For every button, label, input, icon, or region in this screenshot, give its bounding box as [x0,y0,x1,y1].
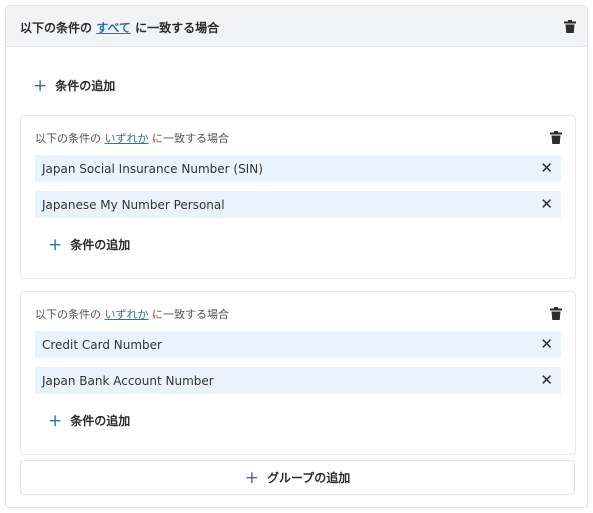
add-condition-label: 条件の追加 [70,414,131,428]
add-condition-button[interactable]: + 条件の追加 [33,77,115,94]
group-title: 以下の条件の いずれか に一致する場合 [35,306,229,322]
close-icon[interactable]: ✕ [540,373,553,388]
plus-icon: + [244,467,259,488]
condition-label: Credit Card Number [42,337,162,352]
plus-icon: + [33,75,48,96]
condition-label: Japanese My Number Personal [42,197,225,212]
match-mode-link[interactable]: すべて [96,21,131,35]
group-title: 以下の条件の いずれか に一致する場合 [35,130,229,146]
group-title-prefix: 以下の条件の [35,308,101,321]
rule-builder-panel: 以下の条件の すべて に一致する場合 + 条件の追加 以下の条件の いずれか に… [5,5,588,508]
close-icon[interactable]: ✕ [540,197,553,212]
panel-header: 以下の条件の すべて に一致する場合 [6,6,587,47]
title-prefix: 以下の条件の [20,21,93,35]
condition-row: Japan Bank Account Number ✕ [35,367,561,394]
group-title-prefix: 以下の条件の [35,132,101,145]
panel-title: 以下の条件の すべて に一致する場合 [20,19,219,36]
match-mode-link[interactable]: いずれか [105,308,149,321]
condition-row: Credit Card Number ✕ [35,331,561,358]
condition-row: Japanese My Number Personal ✕ [35,191,561,218]
condition-group-2: 以下の条件の いずれか に一致する場合 Credit Card Number ✕… [20,291,576,455]
match-mode-link[interactable]: いずれか [105,132,149,145]
trash-icon[interactable] [564,20,576,33]
add-group-label: グループの追加 [266,471,351,485]
add-condition-label: 条件の追加 [55,79,116,93]
trash-icon[interactable] [550,131,562,144]
close-icon[interactable]: ✕ [540,337,553,352]
title-suffix: に一致する場合 [135,21,220,35]
condition-label: Japan Bank Account Number [42,373,214,388]
add-group-button[interactable]: + グループの追加 [20,460,575,495]
trash-icon[interactable] [550,307,562,320]
close-icon[interactable]: ✕ [540,161,553,176]
plus-icon: + [48,410,63,431]
group-title-suffix: に一致する場合 [152,308,229,321]
add-condition-label: 条件の追加 [70,238,131,252]
add-condition-button[interactable]: + 条件の追加 [48,412,130,429]
plus-icon: + [48,234,63,255]
add-condition-button[interactable]: + 条件の追加 [48,236,130,253]
condition-row: Japan Social Insurance Number (SIN) ✕ [35,155,561,182]
condition-label: Japan Social Insurance Number (SIN) [42,161,263,176]
condition-group-1: 以下の条件の いずれか に一致する場合 Japan Social Insuran… [20,115,576,279]
group-title-suffix: に一致する場合 [152,132,229,145]
